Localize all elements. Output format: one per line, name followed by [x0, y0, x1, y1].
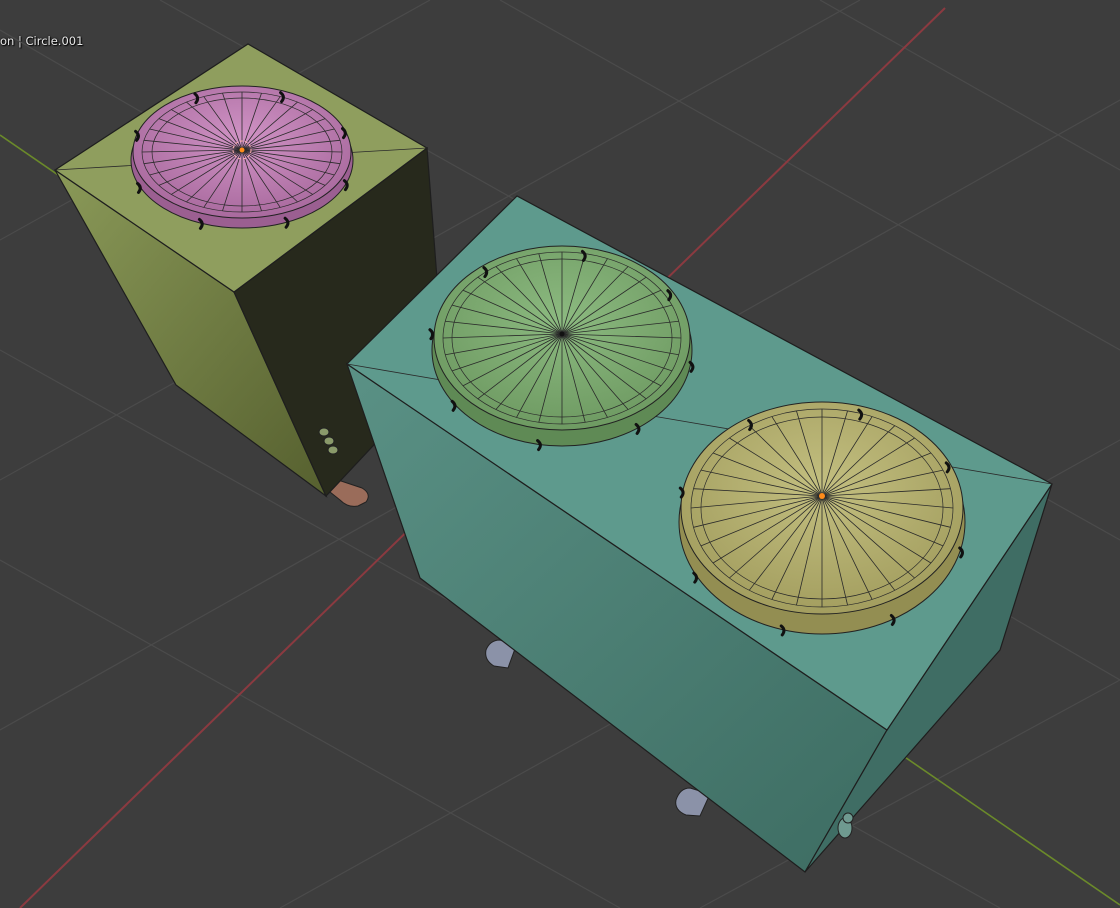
large-hvac-unit[interactable] — [345, 195, 1053, 873]
3d-viewport[interactable] — [0, 0, 1120, 908]
fan-grille-green[interactable] — [431, 245, 693, 447]
fan-grille-pink[interactable] — [130, 85, 354, 229]
fan-grille-yellow[interactable] — [678, 401, 966, 635]
